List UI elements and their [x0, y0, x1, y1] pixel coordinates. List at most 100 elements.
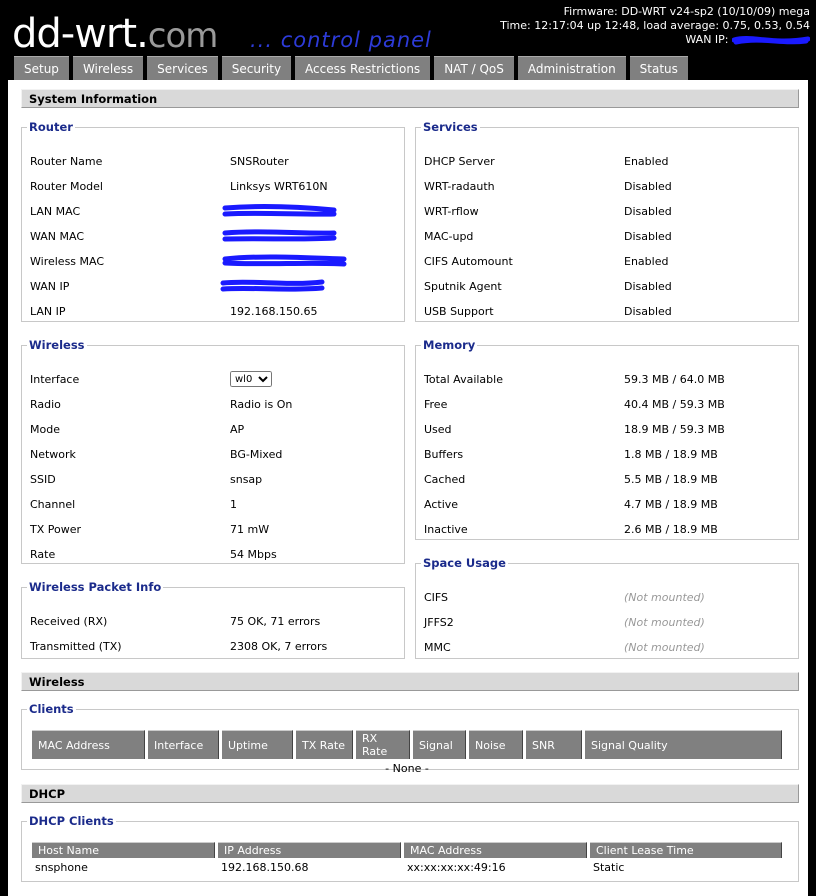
row-label: Wireless MAC [30, 255, 105, 268]
section-system-information: System Information [21, 89, 799, 108]
logo-com: com [147, 16, 219, 56]
interface-select-wrap: wl0 [230, 371, 272, 387]
row-label: Router Name [30, 155, 103, 168]
services-legend: Services [423, 120, 478, 134]
wireless-fieldset: Wireless Interface wl0 Radio Radio is On … [21, 338, 405, 564]
row-value: (Not mounted) [624, 591, 705, 604]
row-value: 4.7 MB / 18.9 MB [624, 498, 718, 511]
row-value: Enabled [624, 255, 669, 268]
table-row: snsphone 192.168.150.68 xx:xx:xx:xx:49:1… [32, 858, 782, 877]
ddwrt-logo[interactable]: dd-wrt.com [12, 11, 219, 57]
row-value: AP [230, 423, 245, 436]
row-label: Buffers [424, 448, 464, 461]
redaction-scribble-icon [732, 36, 810, 45]
row-label: WAN IP [30, 280, 70, 293]
row-value: (Not mounted) [624, 616, 705, 629]
redaction-scribble-icon [220, 279, 325, 292]
row-value: Disabled [624, 180, 672, 193]
col-snr[interactable]: SNR [526, 730, 582, 759]
row-value: 75 OK, 71 errors [230, 615, 321, 628]
row-value: Disabled [624, 205, 672, 218]
tab-administration[interactable]: Administration [517, 56, 626, 80]
interface-select[interactable]: wl0 [230, 371, 272, 387]
tab-services[interactable]: Services [147, 56, 218, 80]
row-value: Radio is On [230, 398, 293, 411]
row-value: 71 mW [230, 523, 270, 536]
row-label: LAN IP [30, 305, 66, 318]
row-label: Cached [424, 473, 466, 486]
dhcp-lease: Static [593, 861, 625, 874]
col-tx-rate[interactable]: TX Rate [296, 730, 353, 759]
interface-label: Interface [30, 373, 80, 386]
packet-info-fieldset: Wireless Packet Info Received (RX) 75 OK,… [21, 580, 405, 659]
space-usage-fieldset: Space Usage CIFS (Not mounted) JFFS2 (Not … [415, 556, 799, 659]
content-panel: System Information Router Router Name SNS… [8, 80, 808, 896]
row-value: Disabled [624, 280, 672, 293]
row-label: MAC-upd [424, 230, 474, 243]
uptime-text: Time: 12:17:04 up 12:48, load average: 0… [500, 19, 810, 32]
col-signal-quality[interactable]: Signal Quality [585, 730, 782, 759]
row-label: Total Available [424, 373, 503, 386]
router-legend: Router [29, 120, 73, 134]
row-value: 192.168.150.65 [230, 305, 318, 318]
tab-security[interactable]: Security [221, 56, 292, 80]
tab-status[interactable]: Status [629, 56, 688, 80]
row-label: Used [424, 423, 452, 436]
row-value: 1 [230, 498, 237, 511]
row-value: SNSRouter [230, 155, 289, 168]
row-value: 40.4 MB / 59.3 MB [624, 398, 725, 411]
logo-text: dd-wrt [12, 11, 137, 57]
wan-ip-line: WAN IP: [500, 33, 810, 47]
row-label: Router Model [30, 180, 103, 193]
row-value: Disabled [624, 305, 672, 318]
row-label: Inactive [424, 523, 468, 536]
logo-dot: . [136, 11, 149, 57]
col-client-lease-time[interactable]: Client Lease Time [590, 842, 782, 858]
row-label: Free [424, 398, 448, 411]
row-label: JFFS2 [424, 616, 454, 629]
row-label: Received (RX) [30, 615, 108, 628]
row-value: 2308 OK, 7 errors [230, 640, 328, 653]
row-label: SSID [30, 473, 56, 486]
dhcp-host: snsphone [35, 861, 88, 874]
row-label: USB Support [424, 305, 494, 318]
row-value: BG-Mixed [230, 448, 283, 461]
row-value: Disabled [624, 230, 672, 243]
row-label: WRT-rflow [424, 205, 479, 218]
dhcp-mac: xx:xx:xx:xx:49:16 [407, 861, 506, 874]
dhcp-clients-legend: DHCP Clients [29, 814, 114, 828]
row-value: 59.3 MB / 64.0 MB [624, 373, 725, 386]
row-value: 18.9 MB / 59.3 MB [624, 423, 725, 436]
col-mac-address[interactable]: MAC Address [32, 730, 145, 759]
col-signal[interactable]: Signal [413, 730, 466, 759]
space-usage-legend: Space Usage [423, 556, 506, 570]
col-noise[interactable]: Noise [469, 730, 523, 759]
memory-fieldset: Memory Total Available 59.3 MB / 64.0 MB … [415, 338, 799, 540]
col-host-name[interactable]: Host Name [32, 842, 215, 858]
control-panel-title: ... control panel [250, 28, 432, 52]
row-label: Rate [30, 548, 56, 561]
tab-access-restrictions[interactable]: Access Restrictions [295, 56, 431, 80]
redaction-scribble-icon [222, 229, 337, 242]
memory-legend: Memory [423, 338, 476, 352]
col-ip-address[interactable]: IP Address [218, 842, 401, 858]
section-dhcp: DHCP [21, 784, 799, 803]
tab-nat-qos[interactable]: NAT / QoS [434, 56, 514, 80]
col-uptime[interactable]: Uptime [222, 730, 293, 759]
col-rx-rate[interactable]: RX Rate [356, 730, 410, 759]
row-label: Channel [30, 498, 76, 511]
col-mac-address[interactable]: MAC Address [404, 842, 587, 858]
row-label: LAN MAC [30, 205, 81, 218]
row-value: (Not mounted) [624, 641, 705, 654]
row-label: TX Power [30, 523, 82, 536]
row-label: Active [424, 498, 459, 511]
row-label: CIFS [424, 591, 449, 604]
row-label: Network [30, 448, 76, 461]
tab-wireless[interactable]: Wireless [72, 56, 144, 80]
table-row: - None - [32, 759, 782, 778]
row-label: DHCP Server [424, 155, 495, 168]
row-label: Sputnik Agent [424, 280, 502, 293]
services-fieldset: Services DHCP Server Enabled WRT-radauth D… [415, 120, 799, 322]
col-interface[interactable]: Interface [148, 730, 219, 759]
tab-setup[interactable]: Setup [14, 56, 69, 80]
